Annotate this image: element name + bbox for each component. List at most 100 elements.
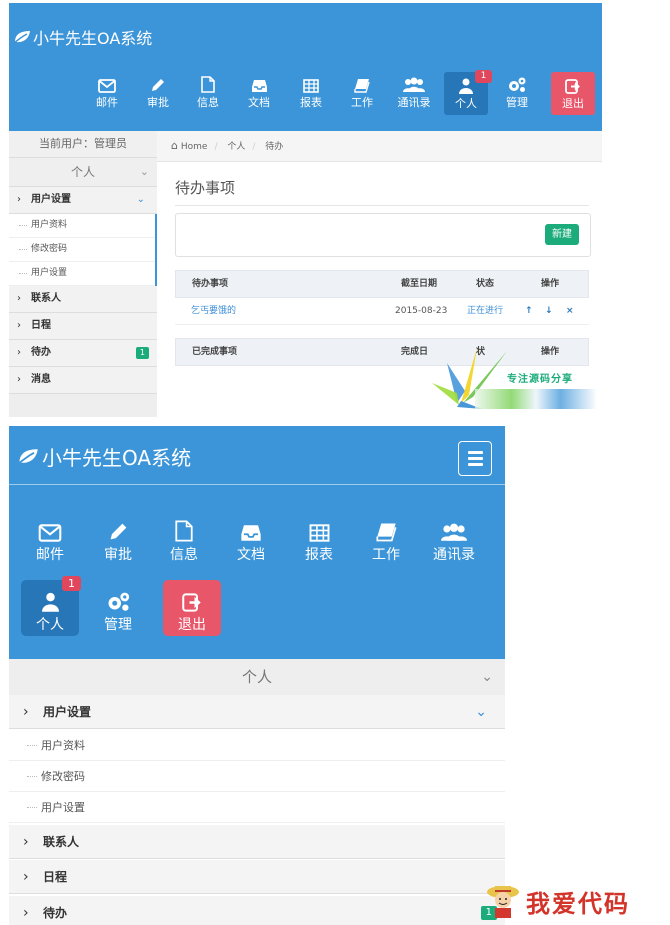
sidebar-subitem-password[interactable]: 修改密码 bbox=[9, 238, 155, 262]
nav-work[interactable]: 工作 bbox=[340, 71, 384, 113]
sidebar-group-personal[interactable]: 个人 ⌄ bbox=[9, 158, 157, 187]
breadcrumb-home[interactable]: Home bbox=[181, 142, 208, 152]
home-icon: ⌂ bbox=[171, 139, 178, 152]
chevron-down-icon: ⌄ bbox=[475, 704, 487, 720]
chevron-right-icon: › bbox=[17, 320, 21, 331]
brand-title: 小牛先生OA系统 bbox=[42, 446, 192, 470]
brand-title: 小牛先生OA系统 bbox=[33, 29, 153, 48]
logout-button[interactable]: 退出 bbox=[163, 580, 221, 636]
sidebar-item-label: 日程 bbox=[31, 320, 51, 331]
sidebar-item-user-settings[interactable]: › 用户设置 ⌄ bbox=[9, 695, 505, 729]
todo-link[interactable]: 乞丐要饿的 bbox=[191, 298, 236, 324]
nav-approve[interactable]: 审批 bbox=[89, 514, 147, 570]
nav-label: 审批 bbox=[147, 96, 169, 109]
nav-label: 文档 bbox=[237, 547, 265, 563]
sidebar-item-label: 待办 bbox=[31, 347, 51, 358]
brand[interactable]: 小牛先生OA系统 bbox=[13, 25, 152, 49]
notification-badge: 1 bbox=[475, 70, 492, 83]
breadcrumb-personal[interactable]: 个人 bbox=[227, 142, 245, 152]
chevron-right-icon: › bbox=[17, 293, 21, 304]
watermark-text: 专注源码分享 bbox=[507, 374, 573, 385]
chevron-down-icon: ⌄ bbox=[136, 194, 145, 205]
chevron-right-icon: › bbox=[23, 905, 29, 921]
nav-info[interactable]: 信息 bbox=[186, 71, 230, 113]
sidebar-subitem-profile[interactable]: 用户资料 bbox=[9, 214, 155, 238]
nav-contacts[interactable]: 通讯录 bbox=[423, 514, 485, 570]
sidebar-item-label: 日程 bbox=[43, 870, 68, 884]
logout-button[interactable]: 退出 bbox=[551, 72, 595, 115]
nav-personal[interactable]: 个人 1 bbox=[21, 576, 81, 636]
sidebar-subitem-settings[interactable]: 用户设置 bbox=[9, 792, 505, 823]
gears-icon bbox=[108, 592, 129, 611]
new-button[interactable]: 新建 bbox=[545, 224, 579, 245]
sidebar-item-schedule[interactable]: › 日程 bbox=[9, 860, 505, 894]
envelope-icon bbox=[38, 524, 62, 542]
sidebar-item-user-settings[interactable]: › 用户设置 ⌄ bbox=[9, 187, 157, 214]
sidebar-item-schedule[interactable]: › 日程 bbox=[9, 313, 157, 340]
close-icon[interactable]: × bbox=[566, 298, 574, 324]
nav-label: 邮件 bbox=[96, 96, 118, 109]
hamburger-icon bbox=[467, 457, 483, 460]
pencil-icon bbox=[110, 523, 126, 540]
file-icon bbox=[175, 520, 193, 542]
divider bbox=[175, 205, 589, 206]
sidebar-item-label: 用户设置 bbox=[43, 705, 92, 719]
nav-work[interactable]: 工作 bbox=[357, 514, 415, 570]
subitem-label: 修改密码 bbox=[31, 244, 68, 254]
mobile-header: 小牛先生OA系统 邮件 审批 信息 文档 报表 工作 通讯录 个人 1 管理 退… bbox=[9, 426, 505, 659]
sidebar-item-contacts[interactable]: › 联系人 bbox=[9, 825, 505, 859]
col-header: 操作 bbox=[541, 347, 560, 357]
nav-manage[interactable]: 管理 bbox=[89, 580, 147, 636]
nav-label: 工作 bbox=[372, 547, 400, 563]
chevron-right-icon: › bbox=[23, 869, 29, 885]
sidebar-subitem-password[interactable]: 修改密码 bbox=[9, 761, 505, 792]
nav-approve[interactable]: 审批 bbox=[136, 71, 180, 113]
hamburger-icon bbox=[467, 463, 483, 466]
user-icon bbox=[41, 592, 59, 612]
group-label: 个人 bbox=[241, 668, 272, 686]
sidebar: 当前用户：管理员 个人 ⌄ › 用户设置 ⌄ 用户资料 修改密码 用户设置 › 联… bbox=[9, 131, 157, 417]
subitem-label: 修改密码 bbox=[41, 770, 85, 783]
nav-docs[interactable]: 文档 bbox=[222, 514, 280, 570]
chevron-down-icon: ⌄ bbox=[481, 669, 493, 685]
sidebar-item-messages[interactable]: › 消息 bbox=[9, 367, 157, 394]
nav-report[interactable]: 报表 bbox=[289, 71, 333, 113]
nav-info[interactable]: 信息 bbox=[155, 514, 213, 570]
pencil-icon bbox=[152, 79, 164, 91]
todo-status: 正在进行 bbox=[467, 306, 504, 316]
nav-label: 通讯录 bbox=[433, 547, 475, 563]
nav-label: 工作 bbox=[351, 96, 373, 109]
col-header: 截至日期 bbox=[401, 279, 438, 289]
subitem-label: 用户设置 bbox=[41, 801, 85, 814]
sidebar-item-todo[interactable]: › 待办 1 bbox=[9, 340, 157, 367]
sidebar-item-contacts[interactable]: › 联系人 bbox=[9, 286, 157, 313]
nav-contacts[interactable]: 通讯录 bbox=[392, 71, 436, 113]
arrow-up-icon[interactable]: ↑ bbox=[525, 298, 533, 324]
envelope-icon bbox=[98, 79, 116, 93]
toolbar-panel: 新建 bbox=[175, 213, 591, 257]
notification-badge: 1 bbox=[62, 576, 81, 591]
nav-personal[interactable]: 个人 1 bbox=[444, 70, 492, 115]
arrow-down-icon[interactable]: ↓ bbox=[545, 298, 553, 324]
sidebar-subitem-profile[interactable]: 用户资料 bbox=[9, 730, 505, 761]
sign-out-icon bbox=[182, 593, 201, 612]
watermark-blur bbox=[475, 389, 597, 409]
nav-docs[interactable]: 文档 bbox=[237, 71, 281, 113]
menu-toggle-button[interactable] bbox=[458, 441, 492, 476]
table-icon bbox=[303, 79, 319, 93]
subitem-label: 用户资料 bbox=[31, 220, 68, 230]
main-content: ⌂ Home / 个人 / 待办 待办事项 新建 待办事项 截至日期 状态 操作 乞… bbox=[157, 131, 602, 417]
brand[interactable]: 小牛先生OA系统 bbox=[17, 442, 191, 471]
nav-mail[interactable]: 邮件 bbox=[21, 514, 79, 570]
sidebar-subitem-settings[interactable]: 用户设置 bbox=[9, 262, 155, 286]
sidebar-item-todo[interactable]: › 待办 1 bbox=[9, 896, 505, 925]
nav-label: 管理 bbox=[506, 96, 528, 109]
gears-icon bbox=[509, 77, 526, 92]
sidebar-group-personal[interactable]: 个人 ⌄ bbox=[9, 659, 505, 696]
nav-report[interactable]: 报表 bbox=[290, 514, 348, 570]
nav-mail[interactable]: 邮件 bbox=[85, 71, 129, 113]
nav-manage[interactable]: 管理 bbox=[495, 71, 539, 113]
chevron-right-icon: › bbox=[17, 194, 21, 205]
nav-label: 退出 bbox=[562, 97, 584, 110]
table-header: 待办事项 截至日期 状态 操作 bbox=[175, 270, 589, 298]
